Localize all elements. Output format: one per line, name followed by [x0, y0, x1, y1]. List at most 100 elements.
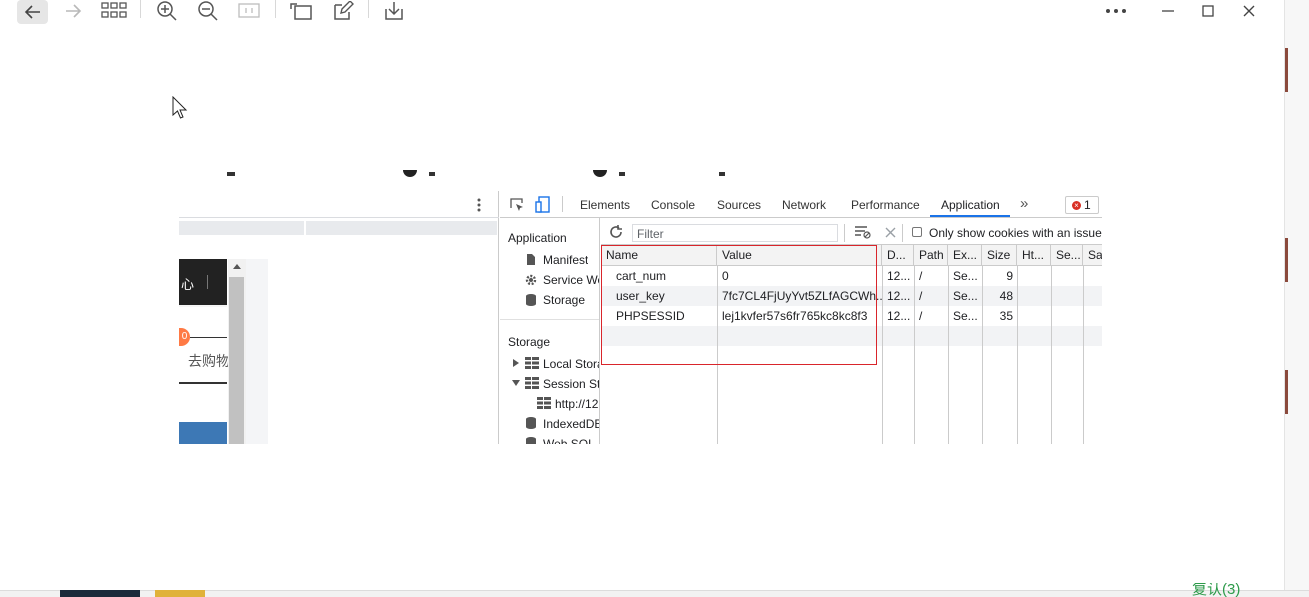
- sidebar-item-session-origin[interactable]: http://12: [555, 395, 599, 413]
- arrow-left-icon: [24, 5, 40, 19]
- cookies-table: Name Value D... Path Ex... Size Ht... Se…: [601, 245, 1102, 444]
- cookie-expires: Se...: [953, 289, 978, 303]
- nav-bar: 心: [179, 259, 227, 305]
- back-button[interactable]: [17, 0, 48, 24]
- background-thumbnail: [155, 590, 205, 597]
- more-button[interactable]: [1102, 0, 1130, 22]
- database-icon: [526, 417, 536, 429]
- database-icon: [526, 294, 536, 306]
- blue-banner: [179, 422, 227, 444]
- screenshot-image: 心 0 去购物 Elements Console Sources Network…: [179, 162, 1102, 444]
- toolbar-separator: [902, 224, 903, 242]
- zoom-in-button[interactable]: [154, 0, 180, 22]
- sidebar-item-session-storage[interactable]: Session Sto: [543, 375, 599, 393]
- edit-icon: [334, 1, 354, 20]
- cookie-path: /: [919, 269, 923, 283]
- cookie-expires: Se...: [953, 269, 978, 283]
- expand-arrow-icon[interactable]: [513, 359, 519, 367]
- kebab-menu-icon[interactable]: [477, 198, 481, 212]
- sidebar-item-storage[interactable]: Storage: [543, 291, 585, 309]
- column-header-domain[interactable]: D...: [882, 245, 914, 265]
- more-tabs-icon[interactable]: »: [1020, 195, 1028, 213]
- page-preview-header: [179, 191, 499, 218]
- table-icon: [537, 397, 551, 409]
- device-toolbar-icon[interactable]: [535, 196, 551, 214]
- sidebar-item-service-workers[interactable]: Service Wo: [543, 271, 599, 289]
- column-divider: [1083, 266, 1084, 444]
- sidebar-item-manifest[interactable]: Manifest: [543, 251, 588, 269]
- tab-application[interactable]: Application: [941, 195, 1000, 215]
- column-header-expires[interactable]: Ex...: [948, 245, 982, 265]
- page-scrollbar-track[interactable]: [228, 259, 246, 444]
- only-issue-checkbox[interactable]: [912, 227, 922, 237]
- save-button[interactable]: [381, 0, 407, 22]
- divider: [179, 382, 227, 384]
- close-button[interactable]: [1237, 0, 1261, 22]
- close-icon: [1243, 5, 1255, 17]
- toolbar-separator: [844, 224, 845, 242]
- go-to-cart-link[interactable]: 去购物: [188, 351, 230, 371]
- page-scrollbar-thumb[interactable]: [229, 277, 244, 444]
- sidebar-item-indexeddb[interactable]: IndexedDB: [543, 415, 599, 433]
- cropped-text-fragment: [403, 170, 417, 177]
- zoom-out-icon: [198, 1, 218, 21]
- tab-elements[interactable]: Elements: [580, 195, 630, 215]
- column-header-samesite[interactable]: Sa: [1083, 245, 1102, 265]
- tab-network[interactable]: Network: [782, 195, 826, 215]
- column-divider: [1017, 266, 1018, 444]
- error-count: 1: [1084, 198, 1091, 212]
- clear-all-icon[interactable]: [885, 227, 896, 238]
- thumbnails-button[interactable]: [100, 0, 128, 22]
- page-gutter: [246, 259, 268, 444]
- minimize-button[interactable]: [1156, 0, 1180, 22]
- background-mark: [1285, 370, 1288, 414]
- toolbar-separator: [140, 0, 141, 18]
- maximize-button[interactable]: [1196, 0, 1220, 22]
- cookie-size: 48: [999, 289, 1013, 303]
- clear-filtered-icon[interactable]: [854, 225, 872, 239]
- fit-page-button[interactable]: [236, 0, 262, 22]
- cropped-text-fragment: [593, 170, 607, 177]
- tabbar-separator: [562, 196, 563, 212]
- column-header-size[interactable]: Size: [982, 245, 1017, 265]
- cropped-text-fragment: [619, 172, 625, 176]
- mouse-cursor-icon: [172, 96, 188, 119]
- cookie-domain: 12...: [887, 269, 911, 283]
- inspect-element-icon[interactable]: [509, 197, 525, 213]
- cropped-text-fragment: [227, 172, 235, 176]
- rotate-button[interactable]: [288, 0, 314, 22]
- ruler-bar: [179, 221, 304, 235]
- column-header-httponly[interactable]: Ht...: [1017, 245, 1051, 265]
- tab-performance[interactable]: Performance: [851, 195, 920, 215]
- active-tab-underline: [930, 215, 1010, 217]
- sidebar-section-storage: Storage: [508, 335, 551, 349]
- zoom-out-button[interactable]: [195, 0, 221, 22]
- background-thumbnail: [60, 590, 140, 597]
- background-mark: [1285, 48, 1288, 92]
- collapse-arrow-icon[interactable]: [512, 380, 520, 386]
- column-header-path[interactable]: Path: [914, 245, 948, 265]
- cropped-text-fragment: [719, 172, 725, 176]
- nav-text: 心: [181, 277, 195, 292]
- application-sidebar: Application Manifest Service Wo Storage …: [500, 218, 600, 444]
- error-counter[interactable]: × 1: [1065, 196, 1099, 214]
- divider: [190, 337, 227, 338]
- devtools-panel: Elements Console Sources Network Perform…: [500, 191, 1102, 444]
- filter-input[interactable]: Filter: [632, 224, 838, 242]
- sidebar-item-local-storage[interactable]: Local Stora: [543, 355, 599, 373]
- table-icon: [525, 377, 539, 389]
- fit-page-icon: [238, 3, 260, 18]
- refresh-icon[interactable]: [609, 225, 623, 239]
- edit-button[interactable]: [330, 0, 356, 22]
- forward-button[interactable]: [60, 0, 86, 22]
- tab-console[interactable]: Console: [651, 195, 695, 215]
- sidebar-item-web-sql[interactable]: Web SQL: [543, 435, 599, 444]
- column-header-secure[interactable]: Se...: [1051, 245, 1083, 265]
- cookie-size: 9: [1006, 269, 1013, 283]
- cookie-path: /: [919, 289, 923, 303]
- tab-sources[interactable]: Sources: [717, 195, 761, 215]
- scroll-up-icon[interactable]: [233, 263, 241, 269]
- cookie-expires: Se...: [953, 309, 978, 323]
- download-icon: [385, 2, 403, 20]
- only-issue-label: Only show cookies with an issue: [929, 226, 1102, 240]
